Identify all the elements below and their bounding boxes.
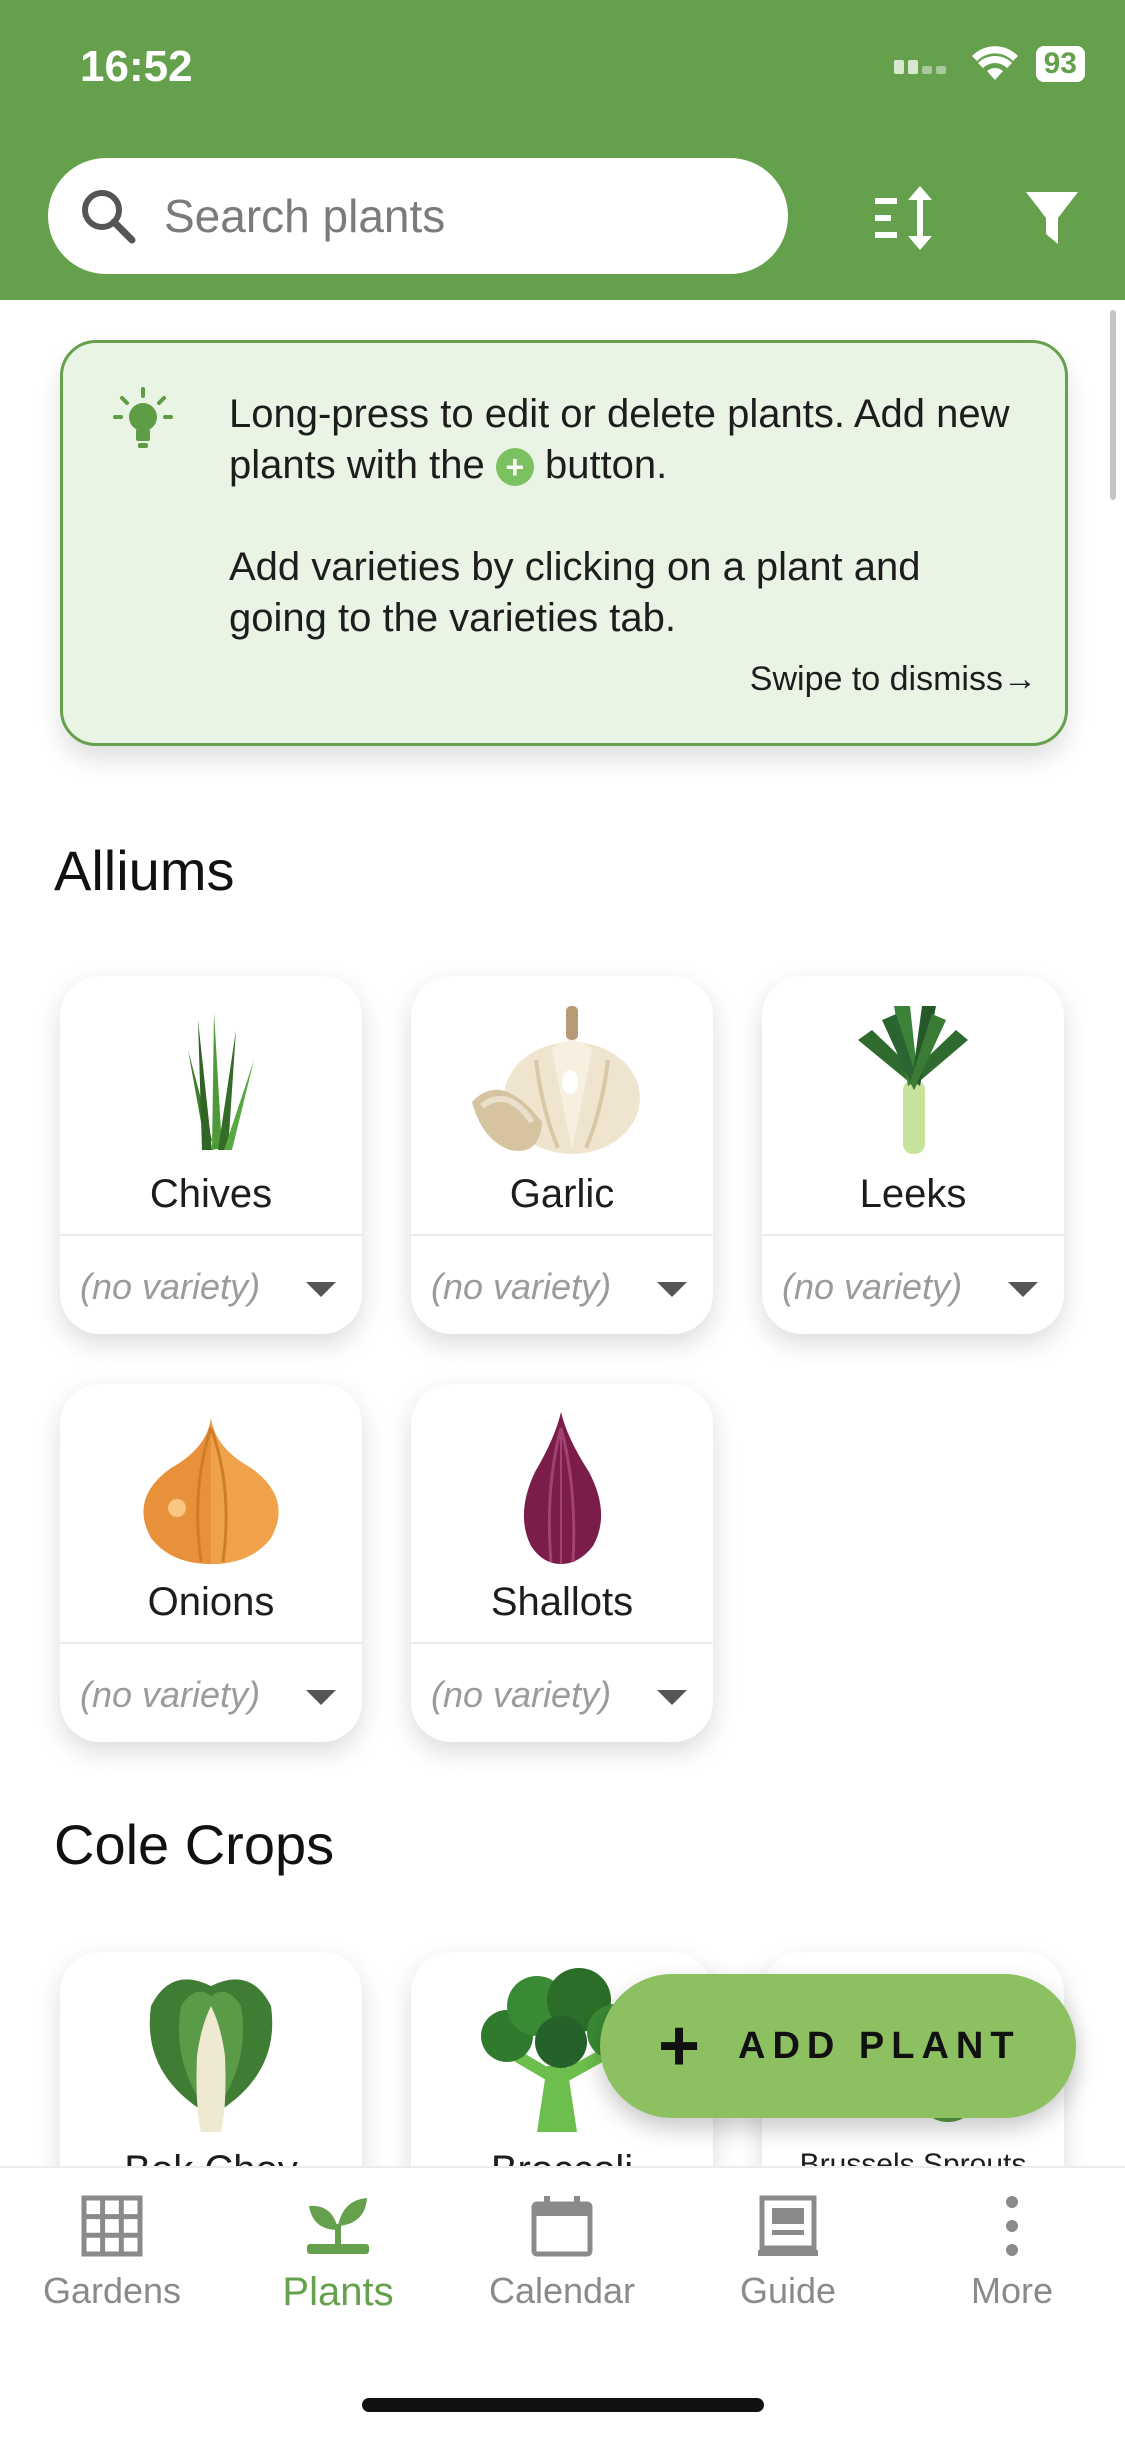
search-input[interactable]	[162, 188, 766, 244]
chevron-down-icon[interactable]	[306, 1690, 336, 1705]
variety-select[interactable]: (no variety)	[431, 1266, 611, 1308]
shallot-icon	[523, 1412, 602, 1564]
chevron-down-icon[interactable]	[306, 1282, 336, 1297]
arrow-right-icon: →	[1003, 660, 1037, 698]
plus-circle-icon: +	[495, 448, 534, 487]
chives-icon	[188, 1012, 254, 1150]
variety-select[interactable]: (no variety)	[782, 1266, 962, 1308]
cellular-signal-icon	[893, 60, 946, 74]
status-icons: 93	[893, 46, 1085, 82]
section-title-alliums: Alliums	[54, 839, 235, 902]
nav-item-guide[interactable]: Guide	[688, 2194, 888, 2312]
grid-icon	[81, 2195, 143, 2257]
plant-name: Garlic	[509, 1172, 615, 1216]
plant-name: Shallots	[490, 1580, 634, 1624]
guide-icon	[758, 2195, 818, 2256]
variety-select[interactable]: (no variety)	[431, 1674, 611, 1716]
leeks-icon	[858, 1006, 968, 1154]
nav-item-plants[interactable]: Plants	[238, 2194, 438, 2315]
plus-icon: +	[658, 2006, 701, 2086]
card-divider	[411, 1234, 713, 1236]
home-indicator[interactable]	[362, 2398, 764, 2412]
nav-label: Guide	[739, 2270, 837, 2311]
chevron-down-icon[interactable]	[657, 1282, 687, 1297]
bok-choy-icon	[149, 1979, 273, 2132]
plant-name: Onions	[147, 1580, 275, 1624]
add-plant-label: ADD PLANT	[738, 2024, 1021, 2067]
nav-label: Calendar	[488, 2270, 636, 2311]
variety-select[interactable]: (no variety)	[80, 1266, 260, 1308]
sort-icon	[875, 186, 932, 250]
search-icon	[82, 190, 136, 244]
app-header: 16:52 93	[0, 0, 1125, 300]
card-divider	[60, 1642, 362, 1644]
add-plant-button[interactable]: + ADD PLANT	[600, 1974, 1076, 2118]
garlic-icon	[472, 1006, 640, 1154]
nav-label: More	[970, 2270, 1054, 2311]
lightbulb-icon	[113, 387, 173, 448]
nav-label: Plants	[282, 2270, 394, 2314]
filter-icon	[1026, 192, 1078, 244]
plant-card-onions[interactable]: Onions (no variety)	[60, 1384, 362, 1742]
sprout-icon	[307, 2198, 369, 2254]
onion-icon	[143, 1418, 279, 1564]
tip-card[interactable]: Long-press to edit or delete plants. Add…	[60, 340, 1068, 746]
more-icon	[1006, 2196, 1018, 2256]
tip-text: Long-press to edit or delete plants. Add…	[229, 389, 1029, 644]
tip-line1-end: button.	[544, 443, 668, 487]
section-title-cole-crops: Cole Crops	[54, 1813, 335, 1876]
plant-card-chives[interactable]: Chives (no variety)	[60, 976, 362, 1334]
nav-item-gardens[interactable]: Gardens	[12, 2194, 212, 2312]
card-divider	[762, 1234, 1064, 1236]
plant-card-garlic[interactable]: Garlic (no variety)	[411, 976, 713, 1334]
calendar-icon	[531, 2196, 593, 2257]
plant-name: Leeks	[859, 1172, 967, 1216]
scrollbar[interactable]	[1110, 310, 1116, 500]
chevron-down-icon[interactable]	[1008, 1282, 1038, 1297]
dismiss-label: Swipe to dismiss	[749, 660, 1003, 698]
status-time: 16:52	[80, 42, 193, 91]
filter-button[interactable]	[1012, 178, 1092, 258]
plant-card-shallots[interactable]: Shallots (no variety)	[411, 1384, 713, 1742]
variety-select[interactable]: (no variety)	[80, 1674, 260, 1716]
wifi-icon	[971, 46, 1018, 80]
battery-level: 93	[1035, 46, 1085, 82]
swipe-to-dismiss: Swipe to dismiss→	[750, 660, 1037, 699]
card-divider	[60, 1234, 362, 1236]
nav-item-more[interactable]: More	[912, 2194, 1112, 2312]
plant-card-leeks[interactable]: Leeks (no variety)	[762, 976, 1064, 1334]
chevron-down-icon[interactable]	[657, 1690, 687, 1705]
tip-line2: Add varieties by clicking on a plant and…	[229, 545, 921, 640]
nav-item-calendar[interactable]: Calendar	[462, 2194, 662, 2312]
plant-name: Chives	[149, 1172, 273, 1216]
nav-label: Gardens	[42, 2270, 182, 2311]
sort-button[interactable]	[868, 178, 948, 258]
search-bar[interactable]	[48, 158, 788, 274]
card-divider	[411, 1642, 713, 1644]
